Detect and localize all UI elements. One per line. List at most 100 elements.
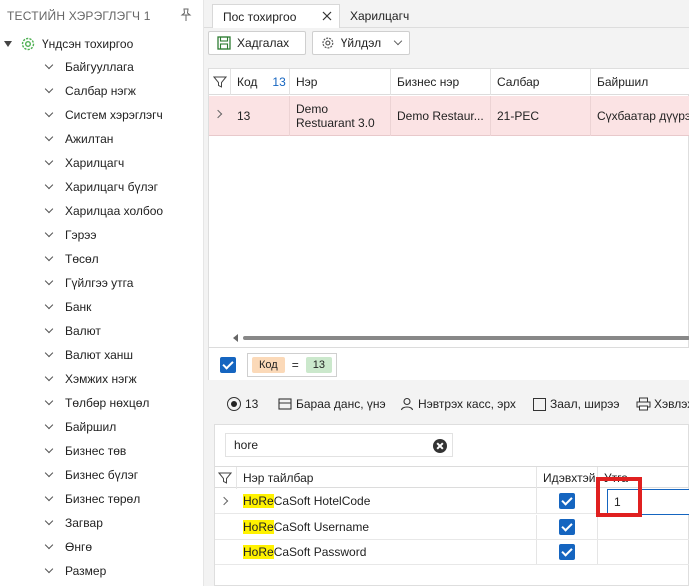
chevron-down-icon xyxy=(44,468,54,478)
cell-active[interactable] xyxy=(537,540,598,564)
sidebar-item[interactable]: Загвар xyxy=(0,511,203,535)
filter-icon[interactable] xyxy=(209,69,231,95)
tab-customer[interactable]: Харилцагч xyxy=(340,4,419,28)
col-header-business-name[interactable]: Бизнес нэр xyxy=(391,69,491,95)
highlight-annotation-box xyxy=(596,477,642,517)
cell-description[interactable]: HoRe CaSoft Username xyxy=(237,515,537,539)
pin-icon[interactable] xyxy=(179,8,193,22)
sidebar-item[interactable]: Бизнес төрөл xyxy=(0,487,203,511)
cell-value[interactable] xyxy=(598,515,689,539)
table-row[interactable]: 13 Demo Restuarant 3.0 Demo Restaur... 2… xyxy=(209,96,689,136)
sidebar-item[interactable]: Салбар нэгж xyxy=(0,79,203,103)
grid-header: Код 13 Нэр Бизнес нэр Салбар Байршил xyxy=(209,69,689,95)
sidebar-item[interactable]: Бизнес бүлэг xyxy=(0,463,203,487)
tab-general[interactable]: 13 xyxy=(227,394,258,414)
sidebar-item[interactable]: Хэмжих нэгж xyxy=(0,367,203,391)
filter-icon[interactable] xyxy=(215,467,237,489)
sidebar-item[interactable]: Байгууллага xyxy=(0,55,203,79)
chevron-down-icon xyxy=(44,204,54,214)
chevron-down-icon xyxy=(44,420,54,430)
active-checkbox[interactable] xyxy=(559,493,575,509)
detail-tabs: 13 Бараа данс, үнэ Нэвтрэх касс, эрх Заа… xyxy=(208,390,689,418)
col-header-branch[interactable]: Салбар xyxy=(491,69,591,95)
scroll-left-icon[interactable] xyxy=(233,334,238,342)
col-header-code[interactable]: Код 13 xyxy=(231,69,290,95)
sidebar-item[interactable]: Харилцаа холбоо xyxy=(0,199,203,223)
sidebar-item[interactable]: Банк xyxy=(0,295,203,319)
filter-field: Код xyxy=(252,357,285,373)
filter-value: 13 xyxy=(305,357,332,373)
active-checkbox[interactable] xyxy=(559,544,575,560)
scrollbar-thumb[interactable] xyxy=(243,336,689,340)
sidebar-item[interactable]: Валют xyxy=(0,319,203,343)
tab-hall-table[interactable]: Заал, ширээ xyxy=(533,394,620,414)
cell-business-name[interactable]: Demo Restaur... xyxy=(391,96,491,136)
chevron-down-icon xyxy=(44,84,54,94)
col-header-description[interactable]: Нэр тайлбар xyxy=(237,467,537,489)
square-icon xyxy=(533,397,546,411)
col-header-active[interactable]: Идэвхтэй xyxy=(537,467,598,489)
cell-name[interactable]: Demo Restuarant 3.0 xyxy=(290,96,391,136)
sidebar: ТЕСТИЙН ХЭРЭГЛЭГЧ 1 Үндсэн тохиргоо Байг… xyxy=(0,0,203,586)
expand-triangle-icon[interactable] xyxy=(4,41,12,47)
sidebar-item[interactable]: Размер xyxy=(0,559,203,583)
col-header-location[interactable]: Байршил xyxy=(591,69,689,95)
sidebar-item[interactable]: Төлбөр нөхцөл xyxy=(0,391,203,415)
sidebar-header: ТЕСТИЙН ХЭРЭГЛЭГЧ 1 xyxy=(7,9,151,23)
tab-strip: Пос тохиргоо Харилцагч xyxy=(204,0,689,28)
filter-operator: = xyxy=(291,358,299,372)
table-row[interactable]: HoRe CaSoft Password xyxy=(215,540,689,565)
tab-login-pos[interactable]: Нэвтрэх касс, эрх xyxy=(400,394,516,414)
cell-active[interactable] xyxy=(537,489,598,513)
tree-root-general-settings[interactable]: Үндсэн тохиргоо xyxy=(4,36,133,52)
search-input[interactable]: hore xyxy=(225,433,453,457)
sidebar-item[interactable]: Бизнес төв xyxy=(0,439,203,463)
tab-product-account[interactable]: Бараа данс, үнэ xyxy=(278,394,386,414)
chevron-right-icon[interactable] xyxy=(213,109,223,119)
sidebar-item[interactable]: Гэрээ xyxy=(0,223,203,247)
main-panel: Пос тохиргоо Харилцагч Хадгалах Үйлдэл К… xyxy=(204,0,689,586)
sidebar-item[interactable]: Төсөл xyxy=(0,247,203,271)
table-row[interactable]: HoRe CaSoft Username xyxy=(215,515,689,540)
chevron-down-icon xyxy=(44,252,54,262)
close-icon[interactable] xyxy=(321,10,333,22)
sidebar-item[interactable]: Гүйлгээ утга xyxy=(0,271,203,295)
active-checkbox[interactable] xyxy=(559,519,575,535)
actions-dropdown-button[interactable]: Үйлдэл xyxy=(312,31,410,55)
save-icon xyxy=(217,36,231,50)
sidebar-item[interactable]: Ажилтан xyxy=(0,127,203,151)
table-icon xyxy=(278,398,292,410)
sidebar-item[interactable]: Өнгө xyxy=(0,535,203,559)
cell-code[interactable]: 13 xyxy=(231,96,290,136)
chevron-down-icon xyxy=(44,300,54,310)
pos-grid: Код 13 Нэр Бизнес нэр Салбар Байршил 13 … xyxy=(208,68,689,380)
sidebar-item[interactable]: Валют ханш xyxy=(0,343,203,367)
cell-description[interactable]: HoRe CaSoft HotelCode xyxy=(237,489,537,513)
chevron-down-icon xyxy=(44,348,54,358)
sidebar-item[interactable]: Систем хэрэглэгч xyxy=(0,103,203,127)
radio-icon xyxy=(227,397,241,411)
col-header-name[interactable]: Нэр xyxy=(290,69,391,95)
cell-location[interactable]: Сүхбаатар дүүрэ xyxy=(591,96,689,136)
toolbar: Хадгалах Үйлдэл xyxy=(204,28,689,62)
cell-branch[interactable]: 21-PEC xyxy=(491,96,591,136)
cell-description[interactable]: HoRe CaSoft Password xyxy=(237,540,537,564)
horizontal-scrollbar[interactable] xyxy=(231,334,689,342)
sidebar-item[interactable]: Харилцагч xyxy=(0,151,203,175)
filter-enabled-checkbox[interactable] xyxy=(220,357,236,373)
sidebar-item[interactable]: Харилцагч бүлэг xyxy=(0,175,203,199)
sidebar-item[interactable]: Байршил xyxy=(0,415,203,439)
tab-pos-settings[interactable]: Пос тохиргоо xyxy=(212,4,340,28)
chevron-down-icon xyxy=(44,324,54,334)
save-button[interactable]: Хадгалах xyxy=(208,31,306,55)
chevron-right-icon[interactable] xyxy=(219,496,229,506)
chevron-down-icon xyxy=(44,276,54,286)
tab-print[interactable]: Хэвлэх xyxy=(636,394,689,414)
chevron-down-icon xyxy=(44,60,54,70)
filter-panel: Код = 13 xyxy=(209,347,689,380)
filter-expression[interactable]: Код = 13 xyxy=(247,353,337,377)
cell-active[interactable] xyxy=(537,515,598,539)
clear-icon[interactable] xyxy=(433,439,447,453)
cell-value[interactable] xyxy=(598,540,689,564)
gear-icon xyxy=(21,37,35,51)
